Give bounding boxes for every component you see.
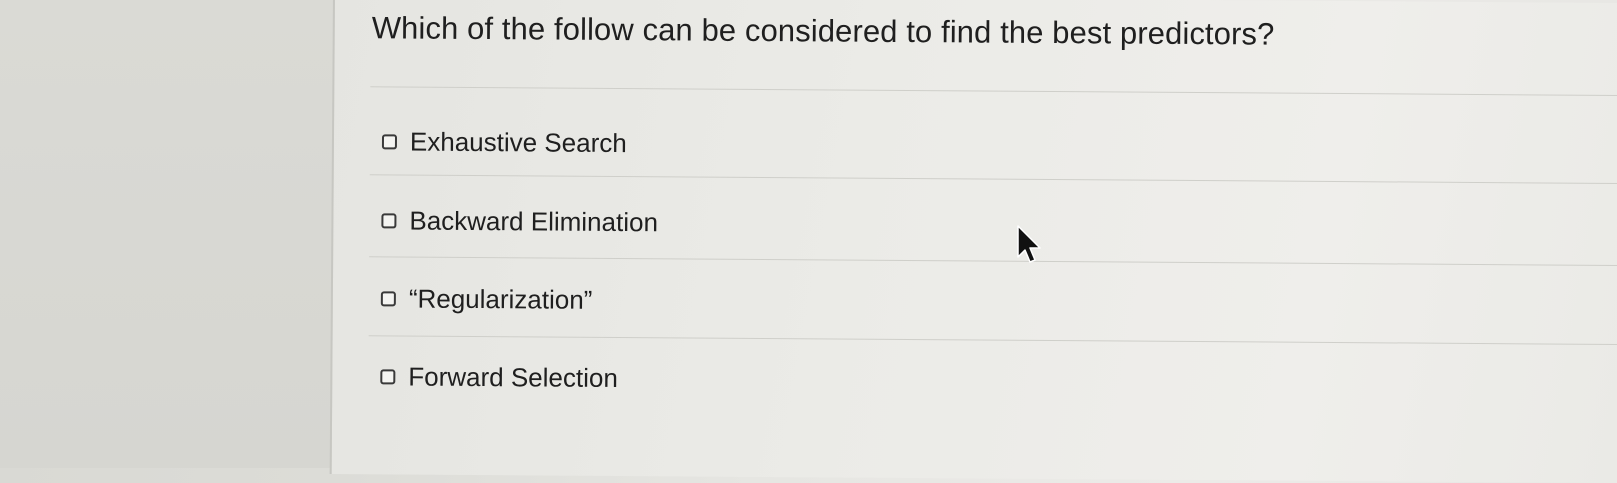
option-label: “Regularization” [408,283,593,315]
mouse-pointer-icon [1017,225,1041,263]
option-exhaustive-search[interactable]: Exhaustive Search [381,126,627,159]
option-label: Forward Selection [408,361,618,393]
checkbox[interactable] [381,134,398,150]
divider [369,174,1617,184]
option-forward-selection[interactable]: Forward Selection [380,361,618,394]
checkbox[interactable] [380,369,396,385]
divider [368,335,1617,345]
divider [369,256,1617,266]
question-card: Which of the follow can be considered to… [329,0,1617,483]
left-margin [0,0,333,468]
divider [370,86,1617,96]
checkbox[interactable] [381,213,397,229]
option-label: Backward Elimination [409,205,659,238]
checkbox[interactable] [380,291,396,307]
option-label: Exhaustive Search [409,126,627,159]
option-regularization[interactable]: “Regularization” [380,283,593,315]
question-text: Which of the follow can be considered to… [371,10,1275,52]
option-backward-elimination[interactable]: Backward Elimination [381,205,658,238]
